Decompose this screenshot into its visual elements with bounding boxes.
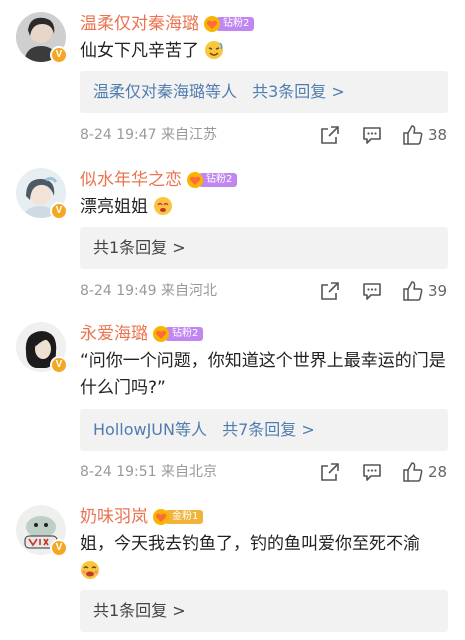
comment-icon	[363, 127, 381, 144]
verified-badge-icon: V	[50, 539, 68, 557]
comment-meta: 8-24 19:51 来自北京	[80, 464, 218, 480]
reply-count: 共7条回复 >	[222, 420, 315, 439]
comment-text-content: 漂亮姐姐	[80, 197, 148, 217]
fan-heart-icon	[153, 326, 169, 342]
like-button[interactable]: 39	[402, 279, 447, 303]
fan-level-tag: 钻粉2	[216, 17, 255, 31]
share-button[interactable]	[320, 460, 340, 484]
like-button[interactable]: 28	[402, 460, 447, 484]
fan-level-tag: 钻粉2	[165, 327, 204, 341]
fan-badge: 钻粉2	[203, 15, 255, 33]
avatar[interactable]: V	[16, 168, 68, 220]
comment-button[interactable]	[362, 123, 382, 147]
comment-icon	[363, 464, 381, 481]
share-button[interactable]	[320, 123, 340, 147]
like-icon	[403, 281, 423, 301]
comment-button[interactable]	[362, 460, 382, 484]
fan-badge: 钻粉2	[152, 325, 204, 343]
reply-count: 共1条回复 >	[93, 238, 186, 257]
emoji-icon	[81, 561, 99, 579]
reply-summary-button[interactable]: HollowJUN等人 共7条回复 >	[80, 409, 448, 451]
fan-badge: 金粉1	[152, 508, 204, 526]
emoji-icon	[205, 41, 224, 59]
reply-users: HollowJUN等人	[93, 420, 207, 439]
fan-heart-icon	[204, 16, 220, 32]
share-icon	[321, 126, 339, 144]
avatar[interactable]: V	[16, 322, 68, 374]
reply-users: 温柔仅对秦海璐等人	[93, 82, 238, 101]
comment-meta: 8-24 19:47 来自江苏	[80, 127, 218, 143]
like-count: 28	[428, 463, 448, 481]
comment-text: “问你一个问题，你知道这个世界上最幸运的门是什么门吗?”	[80, 351, 446, 398]
reply-summary-button[interactable]: 共1条回复 >	[80, 227, 448, 269]
comment-text: 姐，今天我去钓鱼了，钓的鱼叫爱你至死不渝	[80, 531, 450, 585]
like-count: 39	[428, 282, 448, 300]
reply-count: 共1条回复 >	[93, 601, 186, 620]
like-count: 38	[428, 126, 448, 144]
reply-summary-button[interactable]: 共1条回复 >	[80, 590, 448, 632]
fan-level-tag: 钻粉2	[199, 173, 238, 187]
reply-count: 共3条回复 >	[252, 82, 345, 101]
comment-text: 漂亮姐姐	[80, 194, 450, 221]
avatar[interactable]: V	[16, 505, 68, 557]
share-icon	[321, 463, 339, 481]
comment-icon	[363, 283, 381, 300]
comment-text-content: 姐，今天我去钓鱼了，钓的鱼叫爱你至死不渝	[80, 534, 420, 554]
comment-text-content: 仙女下凡辛苦了	[80, 41, 199, 61]
verified-badge-icon: V	[50, 46, 68, 64]
reply-summary-button[interactable]: 温柔仅对秦海璐等人 共3条回复 >	[80, 71, 448, 113]
username[interactable]: 永爱海璐	[80, 322, 148, 346]
avatar[interactable]: V	[16, 12, 68, 64]
verified-badge-icon: V	[50, 202, 68, 220]
username[interactable]: 奶味羽岚	[80, 505, 148, 529]
username[interactable]: 似水年华之恋	[80, 168, 182, 192]
comment-meta: 8-24 19:49 来自河北	[80, 283, 218, 299]
comment-button[interactable]	[362, 279, 382, 303]
like-icon	[403, 125, 423, 145]
fan-level-tag: 金粉1	[165, 510, 204, 524]
verified-badge-icon: V	[50, 356, 68, 374]
like-icon	[403, 462, 423, 482]
fan-heart-icon	[153, 509, 169, 525]
emoji-icon	[154, 197, 173, 215]
comment-text: 仙女下凡辛苦了	[80, 38, 450, 65]
username[interactable]: 温柔仅对秦海璐	[80, 12, 199, 36]
share-button[interactable]	[320, 279, 340, 303]
share-icon	[321, 282, 339, 300]
fan-badge: 钻粉2	[186, 171, 238, 189]
like-button[interactable]: 38	[402, 123, 447, 147]
fan-heart-icon	[187, 172, 203, 188]
